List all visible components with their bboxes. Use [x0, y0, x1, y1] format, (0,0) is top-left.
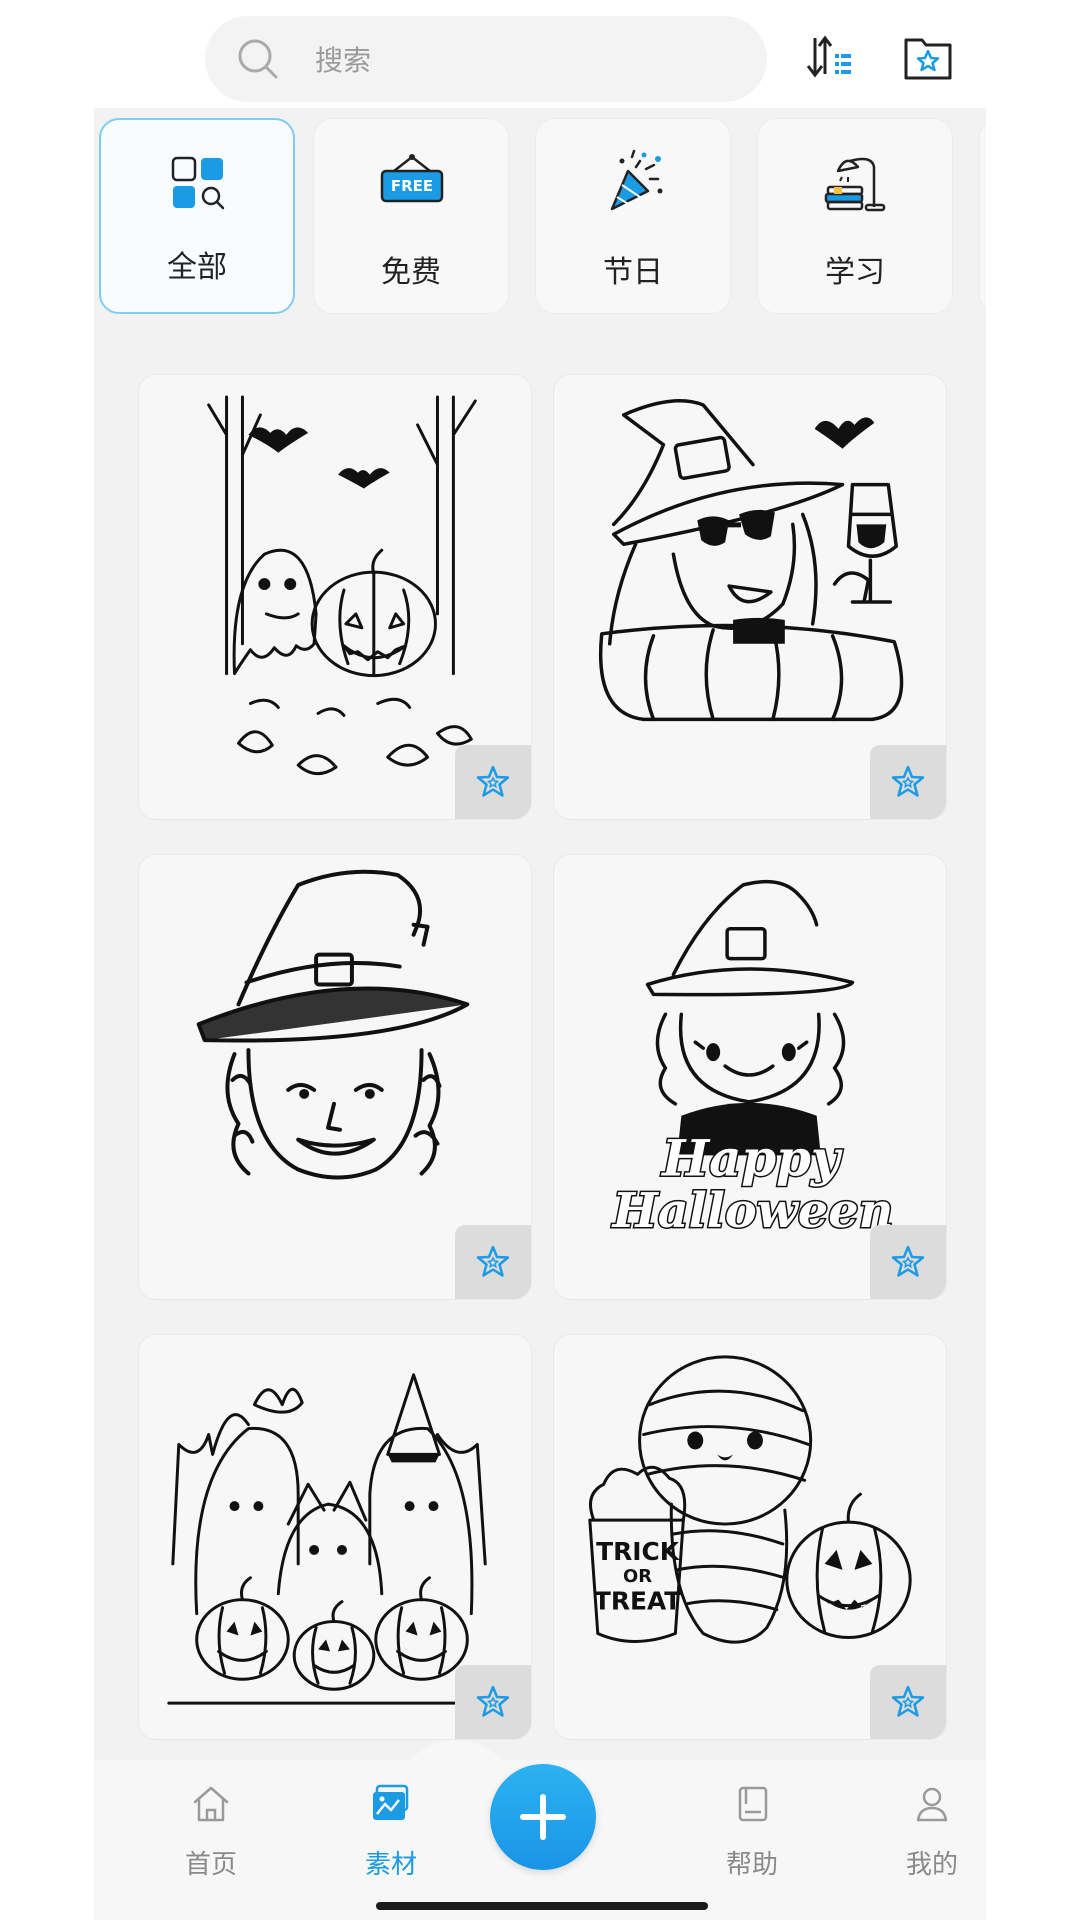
nav-label: 首页 [184, 1850, 237, 1880]
favorite-button[interactable] [455, 1225, 531, 1299]
card-witch-portrait[interactable] [138, 854, 532, 1300]
halloween-text: Halloween [611, 1183, 894, 1239]
card-happy-halloween[interactable]: Happy Halloween [553, 854, 947, 1300]
star-icon [891, 765, 925, 797]
category-label: 免费 [381, 255, 441, 290]
category-more[interactable] [979, 118, 986, 314]
search-bar[interactable] [205, 16, 767, 102]
help-book-icon [738, 1786, 768, 1822]
trick-text: TRICK [596, 1537, 681, 1566]
category-free[interactable]: FREE 免费 [313, 118, 509, 314]
category-study[interactable]: 学习 [757, 118, 953, 314]
star-icon [476, 1245, 510, 1277]
card-witch-sunglasses[interactable] [553, 374, 947, 820]
search-icon [238, 39, 278, 79]
nav-help[interactable]: 帮助 [692, 1782, 812, 1892]
sort-icon[interactable] [803, 30, 859, 86]
home-indicator [376, 1902, 708, 1910]
plus-icon [520, 1794, 566, 1840]
star-icon [891, 1685, 925, 1717]
search-input[interactable] [313, 34, 747, 86]
star-icon [891, 1245, 925, 1277]
favorite-button[interactable] [870, 1665, 946, 1739]
category-label: 节日 [603, 255, 663, 290]
category-bar: 全部 FREE 免费 节日 学习 [94, 112, 986, 318]
favorite-button[interactable] [870, 745, 946, 819]
card-trick-or-treat[interactable]: TRICK OR TREAT [553, 1334, 947, 1740]
favorites-folder-icon[interactable] [900, 30, 956, 86]
content-area: 全部 FREE 免费 节日 学习 Happy Halloween TRICK O… [94, 108, 986, 1760]
top-bar [0, 0, 1080, 108]
favorite-button[interactable] [455, 1665, 531, 1739]
home-icon [193, 1786, 229, 1822]
treat-text: TREAT [594, 1587, 681, 1616]
or-text: OR [623, 1566, 652, 1587]
favorite-button[interactable] [870, 1225, 946, 1299]
favorite-button[interactable] [455, 745, 531, 819]
happy-text: Happy [660, 1128, 843, 1187]
category-festival[interactable]: 节日 [535, 118, 731, 314]
nav-label: 帮助 [725, 1850, 778, 1880]
all-grid-icon [171, 156, 225, 210]
nav-mine[interactable]: 我的 [872, 1782, 992, 1892]
nav-materials[interactable]: 素材 [331, 1782, 451, 1892]
create-button[interactable] [490, 1764, 596, 1870]
nav-label: 素材 [364, 1850, 417, 1880]
category-label: 学习 [825, 255, 885, 290]
star-icon [476, 1685, 510, 1717]
svg-text:FREE: FREE [391, 177, 433, 195]
nav-home[interactable]: 首页 [151, 1782, 271, 1892]
desk-lamp-books-icon [824, 157, 886, 212]
free-tag-icon: FREE [380, 154, 444, 203]
category-all[interactable]: 全部 [99, 118, 295, 314]
party-popper-icon [610, 149, 663, 211]
profile-icon [916, 1787, 948, 1822]
gallery-icon [373, 1784, 409, 1820]
category-label: 全部 [167, 250, 227, 285]
card-ghost-pumpkin[interactable] [138, 374, 532, 820]
card-ghosts-group[interactable] [138, 1334, 532, 1740]
star-icon [476, 765, 510, 797]
nav-label: 我的 [905, 1850, 958, 1880]
